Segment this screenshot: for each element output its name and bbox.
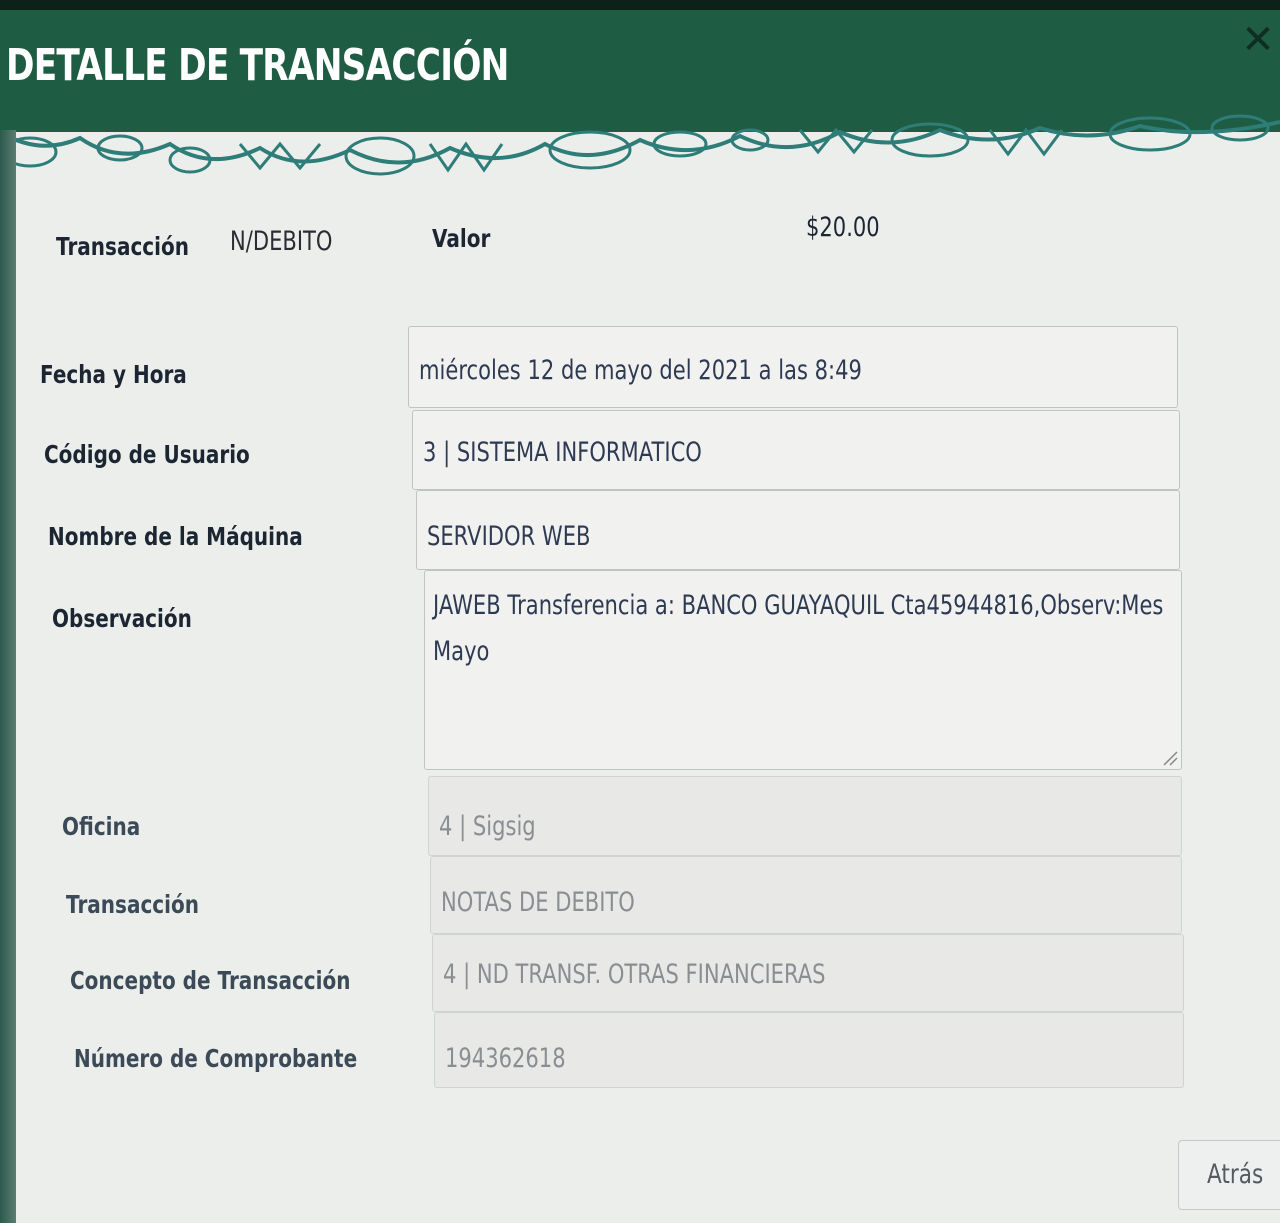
summary-transaction-value: N/DEBITO bbox=[230, 226, 333, 257]
oficina-field: 4 | Sigsig bbox=[428, 776, 1182, 856]
resize-handle-icon[interactable] bbox=[1162, 750, 1178, 766]
summary-value-label: Valor bbox=[432, 224, 491, 253]
usuario-label: Código de Usuario bbox=[44, 440, 250, 469]
back-button[interactable]: Atrás bbox=[1178, 1140, 1280, 1210]
summary-value-amount: $20.00 bbox=[806, 212, 880, 243]
maquina-value: SERVIDOR WEB bbox=[427, 521, 591, 552]
transaccion-value: NOTAS DE DEBITO bbox=[441, 887, 635, 918]
modal-title: DETALLE DE TRANSACCIÓN bbox=[6, 40, 509, 91]
concepto-field: 4 | ND TRANSF. OTRAS FINANCIERAS bbox=[432, 934, 1184, 1012]
observacion-textarea[interactable]: JAWEB Transferencia a: BANCO GUAYAQUIL C… bbox=[424, 570, 1182, 770]
oficina-value: 4 | Sigsig bbox=[439, 811, 536, 842]
oficina-label: Oficina bbox=[62, 812, 141, 841]
transaccion-field: NOTAS DE DEBITO bbox=[430, 856, 1182, 934]
fecha-field[interactable]: miércoles 12 de mayo del 2021 a las 8:49 bbox=[408, 326, 1178, 408]
comprobante-value: 194362618 bbox=[445, 1043, 566, 1074]
usuario-field[interactable]: 3 | SISTEMA INFORMATICO bbox=[412, 410, 1180, 490]
fecha-label: Fecha y Hora bbox=[40, 360, 187, 389]
maquina-label: Nombre de la Máquina bbox=[48, 522, 303, 551]
comprobante-label: Número de Comprobante bbox=[74, 1044, 358, 1073]
concepto-label: Concepto de Transacción bbox=[70, 966, 351, 995]
observacion-label: Observación bbox=[52, 604, 192, 633]
observacion-value: JAWEB Transferencia a: BANCO GUAYAQUIL C… bbox=[433, 590, 1164, 667]
usuario-value: 3 | SISTEMA INFORMATICO bbox=[423, 437, 702, 468]
transaccion-label: Transacción bbox=[66, 890, 199, 919]
back-button-label: Atrás bbox=[1207, 1159, 1264, 1190]
maquina-field[interactable]: SERVIDOR WEB bbox=[416, 490, 1180, 570]
header-top-shade bbox=[0, 0, 1280, 10]
modal-left-edge bbox=[0, 130, 16, 1223]
summary-transaction-label: Transacción bbox=[56, 232, 189, 261]
comprobante-field: 194362618 bbox=[434, 1012, 1184, 1088]
close-icon[interactable]: ✕ bbox=[1238, 20, 1278, 60]
fecha-value: miércoles 12 de mayo del 2021 a las 8:49 bbox=[419, 355, 862, 386]
transaction-detail-modal: DETALLE DE TRANSACCIÓN ✕ Transacción N/D… bbox=[0, 0, 1280, 1223]
concepto-value: 4 | ND TRANSF. OTRAS FINANCIERAS bbox=[443, 959, 826, 990]
decorative-border-pattern bbox=[0, 104, 1280, 176]
